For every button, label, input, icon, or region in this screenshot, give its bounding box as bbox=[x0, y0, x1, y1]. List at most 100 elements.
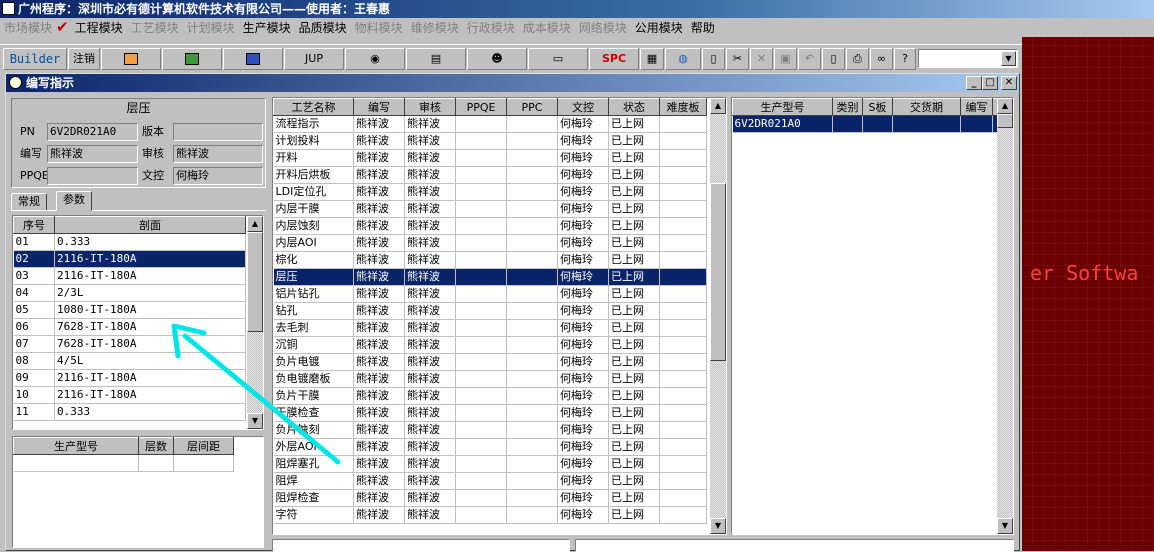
table-row[interactable]: 沉铜 熊祥波 熊祥波 何梅玲 已上网 bbox=[273, 336, 707, 354]
tab-general[interactable]: 常规 bbox=[11, 193, 47, 211]
excel-button[interactable] bbox=[162, 48, 222, 70]
scroll-down-icon[interactable]: ▼ bbox=[247, 413, 263, 429]
table-row[interactable]: 负片电镀 熊祥波 熊祥波 何梅玲 已上网 bbox=[273, 353, 707, 371]
cut-button[interactable]: ✂ bbox=[726, 48, 749, 70]
table-row[interactable]: 铝片钻孔 熊祥波 熊祥波 何梅玲 已上网 bbox=[273, 285, 707, 303]
table-row[interactable]: 层压 熊祥波 熊祥波 何梅玲 已上网 bbox=[273, 268, 707, 286]
scroll-thumb[interactable] bbox=[997, 114, 1013, 128]
scroll-down-icon[interactable]: ▼ bbox=[710, 518, 726, 534]
table-row[interactable]: 6V2DR021A0 bbox=[732, 115, 1013, 133]
word-button[interactable] bbox=[223, 48, 283, 70]
computer-button[interactable]: ▭ bbox=[528, 48, 588, 70]
column-header[interactable]: 编写 bbox=[353, 98, 405, 116]
powerpoint-button[interactable] bbox=[101, 48, 161, 70]
table-row[interactable]: 03 2116-IT-180A bbox=[13, 267, 246, 285]
scroll-thumb[interactable] bbox=[710, 183, 726, 361]
tab-parameters[interactable]: 参数 bbox=[56, 191, 92, 211]
menu-item[interactable]: 生产模块 bbox=[239, 19, 295, 37]
table-row[interactable]: 内层干膜 熊祥波 熊祥波 何梅玲 已上网 bbox=[273, 200, 707, 218]
column-header[interactable]: S板 bbox=[862, 98, 893, 116]
writer-field[interactable]: 熊祥波 bbox=[47, 145, 138, 163]
reviewer-field[interactable]: 熊祥波 bbox=[173, 145, 263, 163]
table-row[interactable]: 负电镀磨板 熊祥波 熊祥波 何梅玲 已上网 bbox=[273, 370, 707, 388]
scroll-up-icon[interactable]: ▲ bbox=[247, 216, 263, 232]
column-header[interactable]: PPC bbox=[506, 98, 558, 116]
minimize-button[interactable]: _ bbox=[966, 76, 982, 90]
scroll-up-icon[interactable]: ▲ bbox=[997, 98, 1013, 114]
table-row[interactable]: 11 0.333 bbox=[13, 403, 246, 421]
order-grid[interactable]: 生产型号类别S板交货期编写军品 6V2DR021A0 ▲ ▼ bbox=[731, 97, 1014, 535]
table-row[interactable]: 开料 熊祥波 熊祥波 何梅玲 已上网 bbox=[273, 149, 707, 167]
model-grid[interactable]: 生产型号 层数 层间距 bbox=[12, 436, 264, 548]
column-header[interactable]: 状态 bbox=[608, 98, 660, 116]
menu-item[interactable]: 工程模块 bbox=[71, 19, 127, 37]
pn-field[interactable]: 6V2DR021A0 bbox=[47, 123, 138, 141]
table-row[interactable]: 阻焊 熊祥波 熊祥波 何梅玲 已上网 bbox=[273, 472, 707, 490]
column-header[interactable]: 审核 bbox=[404, 98, 456, 116]
scroll-up-icon[interactable]: ▲ bbox=[710, 98, 726, 114]
print-button[interactable]: ⎙ bbox=[846, 48, 869, 70]
table-row[interactable]: 字符 熊祥波 熊祥波 何梅玲 已上网 bbox=[273, 506, 707, 524]
table-row[interactable]: 负片蚀刻 熊祥波 熊祥波 何梅玲 已上网 bbox=[273, 421, 707, 439]
column-header[interactable]: 文控 bbox=[557, 98, 609, 116]
spc-button[interactable]: SPC bbox=[589, 48, 639, 70]
process-scrollbar[interactable]: ▲ ▼ bbox=[710, 98, 726, 534]
doc-control-field[interactable]: 何梅玲 bbox=[173, 167, 263, 185]
column-header[interactable]: 工艺名称 bbox=[273, 98, 354, 116]
column-header[interactable]: PPQE bbox=[455, 98, 507, 116]
column-header[interactable]: 编写 bbox=[960, 98, 993, 116]
table-row[interactable]: 04 2/3L bbox=[13, 284, 246, 302]
builder-button[interactable]: Builder bbox=[3, 48, 67, 70]
column-header[interactable]: 剖面 bbox=[54, 216, 246, 234]
table-row[interactable]: 06 7628-IT-180A bbox=[13, 318, 246, 336]
parameter-scrollbar[interactable]: ▲ ▼ bbox=[247, 216, 263, 429]
help-button[interactable]: ? bbox=[894, 48, 916, 70]
delete-button[interactable]: ✕ bbox=[750, 48, 773, 70]
menu-item[interactable]: 计划模块 bbox=[183, 19, 239, 37]
parameter-grid[interactable]: 序号 剖面 01 0.333 02 2116-IT-180A 03 2116-IT-180A… bbox=[12, 215, 264, 430]
table-row[interactable]: 09 2116-IT-180A bbox=[13, 369, 246, 387]
table-row[interactable]: LDI定位孔 熊祥波 熊祥波 何梅玲 已上网 bbox=[273, 183, 707, 201]
column-header[interactable]: 层间距 bbox=[173, 437, 234, 455]
database-button[interactable]: ▤ bbox=[406, 48, 466, 70]
scroll-down-icon[interactable]: ▼ bbox=[997, 518, 1013, 534]
table-row[interactable]: 钻孔 熊祥波 熊祥波 何梅玲 已上网 bbox=[273, 302, 707, 320]
column-header[interactable]: 交货期 bbox=[892, 98, 961, 116]
table-row[interactable]: 负片干膜 熊祥波 熊祥波 何梅玲 已上网 bbox=[273, 387, 707, 405]
order-scrollbar[interactable]: ▲ ▼ bbox=[997, 98, 1013, 534]
column-header[interactable]: 难度板 bbox=[659, 98, 707, 116]
menu-item[interactable]: 帮助 bbox=[687, 19, 719, 37]
table-row[interactable]: 外层AOI 熊祥波 熊祥波 何梅玲 已上网 bbox=[273, 438, 707, 456]
table-row[interactable]: 去毛刺 熊祥波 熊祥波 何梅玲 已上网 bbox=[273, 319, 707, 337]
table-row[interactable]: 流程指示 熊祥波 熊祥波 何梅玲 已上网 bbox=[273, 115, 707, 133]
close-button[interactable]: ✕ bbox=[1001, 76, 1017, 90]
table-row[interactable]: 干膜检查 熊祥波 熊祥波 何梅玲 已上网 bbox=[273, 404, 707, 422]
bottom-memo-right[interactable] bbox=[575, 539, 1014, 552]
table-row[interactable]: 02 2116-IT-180A bbox=[13, 250, 246, 268]
find-button[interactable]: ∞ bbox=[870, 48, 893, 70]
users-button[interactable]: ☻ bbox=[467, 48, 527, 70]
preview-button[interactable]: ▯ bbox=[822, 48, 845, 70]
table-row[interactable]: 内层蚀刻 熊祥波 熊祥波 何梅玲 已上网 bbox=[273, 217, 707, 235]
table-row[interactable]: 阻焊塞孔 熊祥波 熊祥波 何梅玲 已上网 bbox=[273, 455, 707, 473]
toolbar-combo[interactable]: ▼ bbox=[918, 49, 1018, 68]
column-header[interactable]: 序号 bbox=[13, 216, 55, 234]
new-button[interactable]: ▯ bbox=[702, 48, 725, 70]
table-row[interactable]: 开料后烘板 熊祥波 熊祥波 何梅玲 已上网 bbox=[273, 166, 707, 184]
calendar-button[interactable]: ▦ bbox=[640, 48, 664, 70]
chevron-down-icon[interactable]: ▼ bbox=[1001, 51, 1016, 66]
column-header[interactable]: 生产型号 bbox=[732, 98, 833, 116]
table-row[interactable]: 内层AOI 熊祥波 熊祥波 何梅玲 已上网 bbox=[273, 234, 707, 252]
menu-item[interactable]: 市场模块 bbox=[0, 19, 56, 37]
table-row[interactable]: 阻焊检查 熊祥波 熊祥波 何梅玲 已上网 bbox=[273, 489, 707, 507]
save-button[interactable]: ▣ bbox=[774, 48, 797, 70]
menu-item[interactable]: 维修模块 bbox=[407, 19, 463, 37]
column-header[interactable]: 类别 bbox=[832, 98, 863, 116]
table-row[interactable]: 08 4/5L bbox=[13, 352, 246, 370]
process-grid[interactable]: 工艺名称 编写 审核 PPQE PPC 文控 状态 难度板 流程指示 熊祥波 熊祥波 何梅玲 已上网计… bbox=[272, 97, 727, 535]
table-row[interactable]: 01 0.333 bbox=[13, 233, 246, 251]
logout-button[interactable]: 注销 bbox=[68, 48, 100, 70]
column-header[interactable]: 生产型号 bbox=[13, 437, 139, 455]
table-row[interactable]: 计划投料 熊祥波 熊祥波 何梅玲 已上网 bbox=[273, 132, 707, 150]
jup-button[interactable]: JUP bbox=[284, 48, 344, 70]
